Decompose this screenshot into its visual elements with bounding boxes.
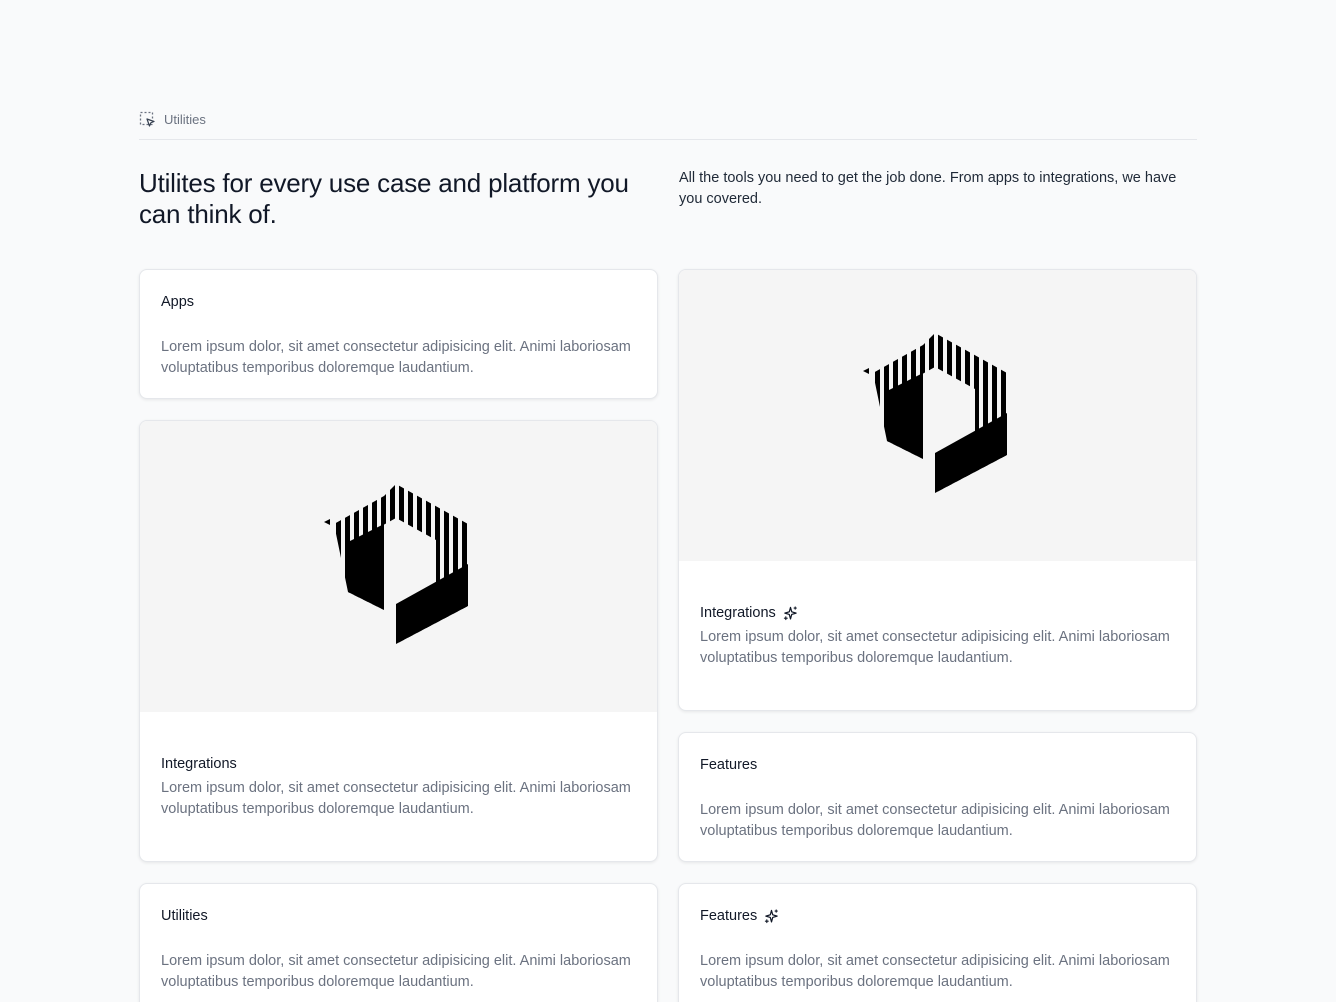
brand-logo-icon [323,482,474,652]
section-subcopy: All the tools you need to get the job do… [679,170,1177,207]
cursor-select-icon [139,111,156,128]
card-description: Lorem ipsum dolor, sit amet consectetur … [700,629,1170,666]
card-title: Features [700,757,757,773]
card-integrations-featured[interactable]: Integrations Lorem ipsum dolor, sit amet… [678,269,1197,711]
card-title-text: Features [700,757,758,773]
divider [139,139,1197,140]
card-description: Lorem ipsum dolor, sit amet consectetur … [700,802,1170,839]
card-media [140,421,657,712]
card-title: Features [700,908,779,924]
brand-logo-icon [862,331,1013,501]
eyebrow-label: Utilities [164,112,206,127]
sparkle-icon [764,908,779,924]
card-title-text: Features [700,908,758,924]
card-title: Apps [161,294,194,310]
sparkle-icon [783,605,798,621]
card-apps[interactable]: Apps Lorem ipsum dolor, sit amet consect… [139,269,658,399]
card-title-text: Integrations [700,605,776,621]
section-eyebrow: Utilities [139,111,206,128]
card-integrations[interactable]: Integrations Lorem ipsum dolor, sit amet… [139,420,658,862]
card-description: Lorem ipsum dolor, sit amet consectetur … [161,339,631,376]
card-description: Lorem ipsum dolor, sit amet consectetur … [700,953,1170,990]
card-features-sparkle[interactable]: Features Lorem ipsum dolor, sit amet con… [678,883,1197,1002]
card-media [679,270,1196,561]
card-title: Integrations [700,605,798,621]
card-features[interactable]: Features Lorem ipsum dolor, sit amet con… [678,732,1197,862]
section-headline: Utilites for every use case and platform… [139,168,629,229]
card-description: Lorem ipsum dolor, sit amet consectetur … [161,953,631,990]
card-title-text: Utilities [161,908,208,924]
card-title: Integrations [161,756,237,772]
card-title-text: Integrations [161,756,237,772]
card-description: Lorem ipsum dolor, sit amet consectetur … [161,780,631,817]
card-title-text: Apps [161,294,195,310]
card-utilities[interactable]: Utilities Lorem ipsum dolor, sit amet co… [139,883,658,1002]
card-title: Utilities [161,908,208,924]
